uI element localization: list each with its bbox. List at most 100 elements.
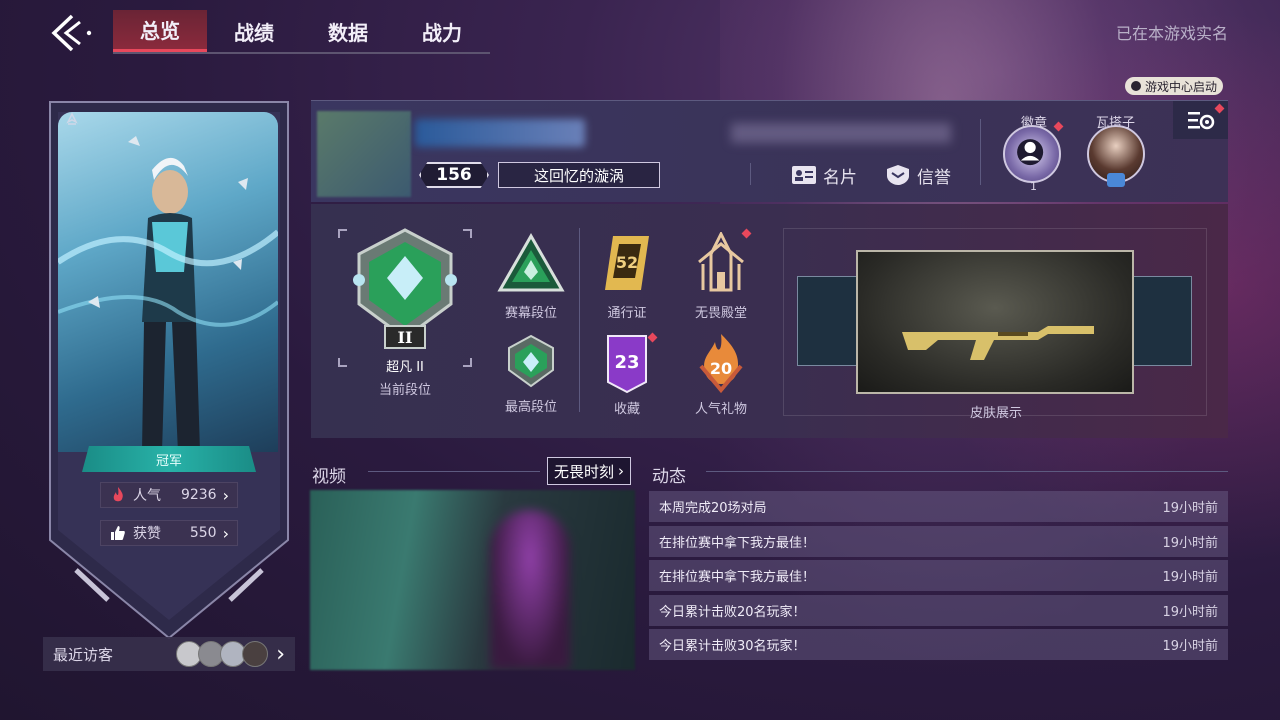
rifle-skin-icon bbox=[902, 326, 1094, 360]
player-name-redacted bbox=[415, 119, 585, 147]
credit-button[interactable]: 信誉 bbox=[885, 161, 951, 189]
agent-role-icon bbox=[66, 112, 78, 125]
svg-text:II: II bbox=[398, 328, 413, 347]
chevron-right-icon: › bbox=[276, 641, 285, 667]
skin-prev-thumb[interactable] bbox=[797, 276, 857, 366]
launch-tag-label: 游戏中心启动 bbox=[1145, 79, 1218, 94]
valor-hall-label: 无畏殿堂 bbox=[694, 306, 747, 321]
valor-moment-label: 无畏时刻 bbox=[553, 462, 614, 481]
chevron-right-icon: › bbox=[618, 462, 624, 480]
back-arrow-icon bbox=[51, 14, 92, 52]
realname-status: 已在本游戏实名 bbox=[1115, 24, 1228, 43]
skin-showcase-label: 皮肤展示 bbox=[969, 406, 1022, 421]
feed-item[interactable]: 今日累计击败20名玩家！ 19小时前 bbox=[649, 594, 1228, 626]
tab-power[interactable]: 战力 bbox=[395, 10, 489, 52]
feed-item-time: 19小时前 bbox=[1162, 535, 1218, 551]
valor-hall[interactable]: 无畏殿堂 bbox=[681, 232, 761, 321]
feed-item[interactable]: 今日累计击败30名玩家！ 19小时前 bbox=[649, 629, 1228, 660]
gear-list-icon bbox=[1187, 112, 1214, 130]
player-title[interactable]: 这回忆的漩涡 bbox=[498, 162, 660, 188]
flame-icon bbox=[113, 487, 123, 502]
divider bbox=[980, 119, 981, 185]
divider bbox=[368, 471, 540, 472]
skin-showcase-main[interactable] bbox=[856, 250, 1134, 394]
recent-visitors-label: 最近访客 bbox=[53, 645, 114, 664]
back-button[interactable] bbox=[48, 12, 96, 54]
current-rank-label: 当前段位 bbox=[378, 383, 431, 398]
gift-flame-icon: 20 bbox=[699, 334, 743, 394]
skin-next-thumb[interactable] bbox=[1132, 276, 1192, 366]
shield-icon bbox=[887, 165, 909, 185]
likes-row[interactable]: 获赞 550 › bbox=[100, 520, 238, 546]
top-tabs: 总览 战绩 数据 战力 bbox=[113, 10, 490, 54]
hall-temple-icon bbox=[698, 232, 744, 292]
rank-panel: II 超凡 II 当前段位 赛幕段位 最高段位 52 通行证 23 收藏 无畏殿… bbox=[311, 204, 1228, 438]
current-rank[interactable]: II 超凡 II 当前段位 bbox=[347, 226, 463, 398]
feed-item-text: 本周完成20场对局 bbox=[659, 501, 767, 516]
battle-pass[interactable]: 52 通行证 bbox=[587, 232, 667, 321]
pass-level-value: 52 bbox=[616, 253, 638, 272]
battle-pass-label: 通行证 bbox=[607, 306, 647, 321]
gift-value: 20 bbox=[710, 359, 732, 378]
feed-item-time: 19小时前 bbox=[1162, 639, 1218, 654]
collection-label: 收藏 bbox=[613, 402, 640, 417]
tab-data[interactable]: 数据 bbox=[301, 10, 395, 52]
feed-item-time: 19小时前 bbox=[1162, 501, 1218, 516]
feed-item-text: 在排位赛中拿下我方最佳！ bbox=[659, 535, 816, 551]
badge-count: 1 bbox=[1030, 180, 1037, 193]
agent-effects bbox=[58, 136, 278, 327]
popularity-value: 9236 bbox=[180, 487, 217, 503]
agent-portrait bbox=[58, 112, 278, 452]
feed-item[interactable]: 本周完成20场对局 19小时前 bbox=[649, 491, 1228, 522]
level-badge: 156 bbox=[419, 162, 489, 188]
feed-item-text: 在排位赛中拿下我方最佳！ bbox=[659, 570, 816, 585]
feed-item[interactable]: 在排位赛中拿下我方最佳！ 19小时前 bbox=[649, 525, 1228, 557]
feed-item-time: 19小时前 bbox=[1162, 604, 1218, 620]
card-button[interactable]: 名片 bbox=[791, 161, 857, 189]
feed-item-time: 19小时前 bbox=[1162, 570, 1218, 585]
divider bbox=[706, 471, 1228, 472]
profile-header: 156 这回忆的漩涡 名片 信誉 徽章 1 瓦搭子 bbox=[311, 100, 1228, 202]
id-card-icon bbox=[792, 166, 816, 184]
highest-rank-label: 最高段位 bbox=[504, 400, 557, 415]
popularity-gifts[interactable]: 20 人气礼物 bbox=[681, 332, 761, 417]
collection-value: 23 bbox=[614, 352, 639, 373]
tab-records[interactable]: 战绩 bbox=[207, 10, 301, 52]
player-avatar[interactable] bbox=[317, 111, 411, 197]
credit-button-label: 信誉 bbox=[917, 167, 951, 188]
ascendant-rank-icon: II bbox=[353, 228, 457, 349]
visitor-avatar bbox=[242, 641, 269, 667]
rank-title-badge: 冠军 bbox=[82, 446, 256, 472]
feed-item-text: 今日累计击败30名玩家！ bbox=[659, 639, 806, 654]
divider bbox=[579, 228, 580, 412]
likes-label: 获赞 bbox=[133, 526, 161, 542]
launch-tag[interactable]: 游戏中心启动 bbox=[1125, 77, 1224, 95]
likes-value: 550 bbox=[189, 525, 217, 541]
collection[interactable]: 23 收藏 bbox=[587, 332, 667, 417]
player-id-redacted bbox=[731, 123, 951, 143]
recent-visitors[interactable]: 最近访客 › bbox=[43, 637, 295, 671]
season-rank-label: 赛幕段位 bbox=[504, 306, 557, 321]
buddy-tag-icon bbox=[1107, 173, 1125, 187]
collection-icon: 23 bbox=[607, 335, 647, 394]
chevron-right-icon: › bbox=[222, 523, 229, 543]
feed-item[interactable]: 在排位赛中拿下我方最佳！ 19小时前 bbox=[649, 560, 1228, 591]
hero-card[interactable]: 冠军 人气 9236 › 获赞 550 › bbox=[48, 100, 290, 640]
highest-rank[interactable]: 最高段位 bbox=[491, 332, 571, 415]
current-rank-name: 超凡 II bbox=[386, 360, 424, 375]
thumbs-up-icon bbox=[111, 526, 125, 540]
tab-overview[interactable]: 总览 bbox=[113, 10, 207, 52]
divider bbox=[750, 163, 751, 185]
battle-pass-icon: 52 bbox=[605, 236, 649, 290]
chevron-right-icon: › bbox=[222, 485, 229, 505]
season-rank-icon bbox=[497, 232, 565, 292]
video-thumbnail[interactable] bbox=[310, 490, 635, 670]
badge-button[interactable] bbox=[1003, 125, 1061, 183]
season-rank[interactable]: 赛幕段位 bbox=[491, 232, 571, 321]
popularity-row[interactable]: 人气 9236 › bbox=[100, 482, 238, 508]
badge-emblem-icon bbox=[1017, 139, 1044, 166]
visitor-avatars bbox=[176, 641, 269, 667]
video-figure bbox=[490, 510, 570, 670]
valor-moment-tag[interactable]: 无畏时刻 › bbox=[547, 457, 631, 485]
launch-dot-icon bbox=[1131, 81, 1141, 91]
